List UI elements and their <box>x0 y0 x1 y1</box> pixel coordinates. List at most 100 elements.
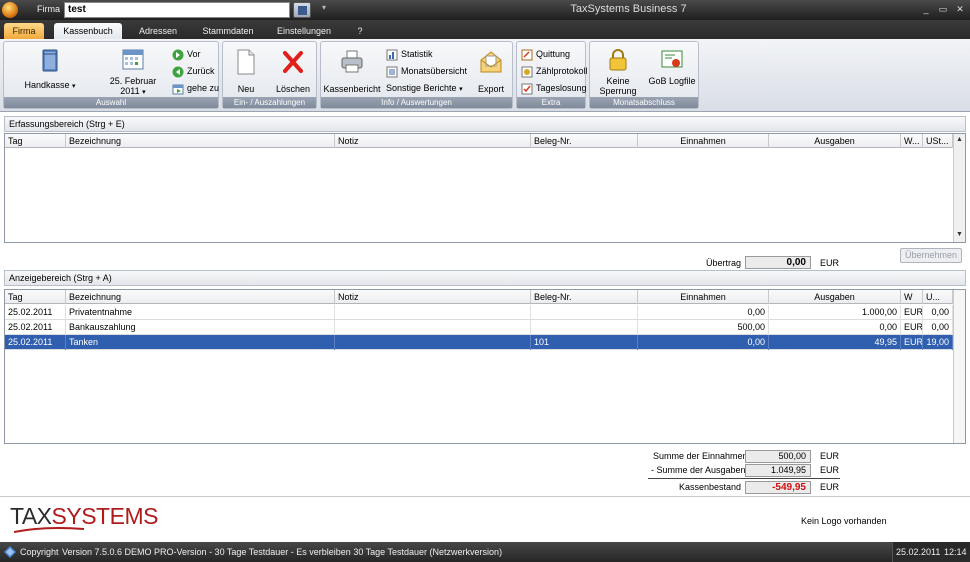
col-ust[interactable]: USt... <box>923 134 953 148</box>
tageslosung-button[interactable]: Tageslosung <box>521 81 587 95</box>
tab-stammdaten[interactable]: Stammdaten <box>196 23 260 39</box>
cell-notiz <box>335 335 531 350</box>
kassenbestand-label: Kassenbestand <box>679 482 742 492</box>
col-ausgaben[interactable]: Ausgaben <box>769 134 901 148</box>
group-label-extra: Extra <box>517 97 585 108</box>
cell-waehrung: EUR <box>901 335 923 350</box>
col-waehrung[interactable]: W... <box>901 134 923 148</box>
gehe-zu-button[interactable]: gehe zu <box>172 81 219 95</box>
col-bezeichnung[interactable]: Bezeichnung <box>66 134 335 148</box>
vor-button[interactable]: Vor <box>172 47 201 61</box>
group-label-monatsabschluss: Monatsabschluss <box>590 97 698 108</box>
kassenbericht-button[interactable]: Kassenbericht <box>323 48 381 94</box>
anzeige-grid[interactable]: Tag Bezeichnung Notiz Beleg-Nr. Einnahme… <box>4 289 966 444</box>
group-ein-auszahlungen: Neu Löschen Ein- / Auszahlungen <box>222 41 317 109</box>
arrow-right-icon <box>172 49 184 61</box>
tab-firma[interactable]: Firma <box>4 23 44 39</box>
summe-ausgaben-value: 1.049,95 <box>745 464 811 477</box>
kassenbestand-value: -549,95 <box>745 481 811 494</box>
anzeige-grid-header: Tag Bezeichnung Notiz Beleg-Nr. Einnahme… <box>5 290 953 304</box>
summe-einnahmen-value: 500,00 <box>745 450 811 463</box>
cell-einnahmen: 0,00 <box>638 335 769 350</box>
table-row-selected[interactable]: 25.02.2011 Tanken 101 0,00 49,95 EUR 19,… <box>5 335 953 350</box>
cell-notiz <box>335 320 531 335</box>
date-line1: 25. Februar <box>109 76 157 86</box>
col-ausgaben[interactable]: Ausgaben <box>769 290 901 304</box>
certificate-icon <box>661 50 683 68</box>
table-row[interactable]: 25.02.2011 Bankauszahlung 500,00 0,00 EU… <box>5 320 953 335</box>
keine-sperrung-button[interactable]: Keine Sperrung <box>594 48 642 96</box>
new-document-icon <box>237 49 255 75</box>
zurueck-button[interactable]: Zurück <box>172 64 215 78</box>
summary-divider <box>648 478 840 479</box>
branding-band: TAXSYSTEMS Kein Logo vorhanden <box>0 496 970 541</box>
scroll-up-icon[interactable]: ▲ <box>954 135 965 145</box>
col-bezeichnung[interactable]: Bezeichnung <box>66 290 335 304</box>
col-waehrung[interactable]: W <box>901 290 923 304</box>
group-label-ein-aus: Ein- / Auszahlungen <box>223 97 316 108</box>
delete-x-icon <box>283 51 303 73</box>
cell-bezeichnung: Bankauszahlung <box>66 320 335 335</box>
table-row[interactable]: 25.02.2011 Privatentnahme 0,00 1.000,00 … <box>5 305 953 320</box>
date-select-button[interactable]: 25. Februar 2011 ▾ <box>98 46 168 98</box>
cell-ausgaben: 49,95 <box>769 335 901 350</box>
info-diamond-icon <box>4 546 16 558</box>
col-tag[interactable]: Tag <box>5 134 66 148</box>
minimize-button[interactable]: _ <box>920 3 932 15</box>
erfassung-grid-header: Tag Bezeichnung Notiz Beleg-Nr. Einnahme… <box>5 134 953 148</box>
group-label-info: Info / Auswertungen <box>321 97 512 108</box>
col-beleg-nr[interactable]: Beleg-Nr. <box>531 290 638 304</box>
neu-button[interactable]: Neu <box>227 48 265 94</box>
col-einnahmen[interactable]: Einnahmen <box>638 134 769 148</box>
erfassung-scrollbar[interactable]: ▲ ▼ <box>953 134 965 242</box>
scroll-down-icon[interactable]: ▼ <box>954 230 965 240</box>
cell-beleg-nr <box>531 320 638 335</box>
statistik-button[interactable]: Statistik <box>386 47 433 61</box>
col-notiz[interactable]: Notiz <box>335 290 531 304</box>
maximize-button[interactable]: ▭ <box>937 3 949 15</box>
status-time: 12:14 <box>944 547 967 557</box>
logo-swoosh-icon <box>14 527 84 533</box>
cell-beleg-nr <box>531 305 638 320</box>
currency-label: EUR <box>820 451 840 461</box>
tab-einstellungen[interactable]: Einstellungen <box>270 23 338 39</box>
cell-bezeichnung: Tanken <box>66 335 335 350</box>
col-ust[interactable]: U... <box>923 290 953 304</box>
quittung-button[interactable]: Quittung <box>521 47 570 61</box>
col-beleg-nr[interactable]: Beleg-Nr. <box>531 134 638 148</box>
col-notiz[interactable]: Notiz <box>335 134 531 148</box>
uebernehmen-button[interactable]: Übernehmen <box>900 248 962 263</box>
monatsuebersicht-button[interactable]: Monatsübersicht <box>386 64 467 78</box>
col-tag[interactable]: Tag <box>5 290 66 304</box>
cell-ausgaben: 0,00 <box>769 320 901 335</box>
loeschen-button[interactable]: Löschen <box>271 48 315 94</box>
copyright-label[interactable]: Copyright <box>20 547 59 557</box>
erfassung-section-header: Erfassungsbereich (Strg + E) <box>4 116 966 132</box>
summe-einnahmen-label: Summe der Einnahmen <box>653 451 748 461</box>
gob-logfile-button[interactable]: GoB Logfile <box>646 48 698 86</box>
daily-takings-icon <box>521 83 533 95</box>
cell-ust: 0,00 <box>923 320 953 335</box>
tab-help[interactable]: ? <box>350 23 370 39</box>
cell-ausgaben: 1.000,00 <box>769 305 901 320</box>
anzeige-scrollbar[interactable] <box>953 290 965 443</box>
zaehlprotokoll-button[interactable]: Zählprotokoll <box>521 64 588 78</box>
window-title: TaxSystems Business 7 <box>570 3 687 15</box>
sonstige-berichte-button[interactable]: Sonstige Berichte ▾ <box>386 81 463 95</box>
cell-beleg-nr: 101 <box>531 335 638 350</box>
close-button[interactable]: ✕ <box>954 3 966 15</box>
cell-einnahmen: 500,00 <box>638 320 769 335</box>
cell-waehrung: EUR <box>901 305 923 320</box>
uebertrag-value: 0,00 <box>745 256 811 269</box>
tab-kassenbuch[interactable]: Kassenbuch <box>54 23 122 39</box>
statistics-icon <box>386 49 398 61</box>
group-extra: Quittung Zählprotokoll Tageslosung Extra <box>516 41 588 109</box>
erfassung-grid[interactable]: Tag Bezeichnung Notiz Beleg-Nr. Einnahme… <box>4 133 966 243</box>
col-einnahmen[interactable]: Einnahmen <box>638 290 769 304</box>
status-bar: Copyright Version 7.5.0.6 DEMO PRO-Versi… <box>0 542 970 562</box>
tab-adressen[interactable]: Adressen <box>128 23 188 39</box>
group-monatsabschluss: Keine Sperrung GoB Logfile Monatsabschlu… <box>589 41 699 109</box>
kasse-select-button[interactable]: Handkasse ▾ <box>12 48 88 92</box>
export-button[interactable]: Export <box>471 48 511 94</box>
version-text: Version 7.5.0.6 DEMO PRO-Version - 30 Ta… <box>62 547 503 557</box>
